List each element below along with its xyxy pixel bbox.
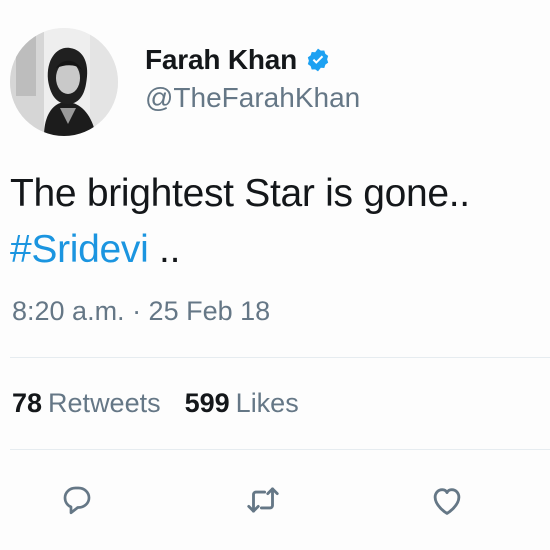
avatar[interactable] — [10, 28, 118, 136]
user-names: Farah Khan @TheFarahKhan — [145, 44, 360, 114]
retweet-button[interactable] — [241, 478, 285, 522]
heart-icon — [433, 488, 461, 515]
display-name[interactable]: Farah Khan — [145, 44, 297, 76]
tweet-text-line: The brightest Star is gone.. — [10, 172, 470, 215]
tweet-stats: 78 Retweets 599 Likes — [12, 388, 323, 419]
divider — [10, 357, 550, 358]
tweet-card: Farah Khan @TheFarahKhan The brightest S… — [0, 0, 550, 550]
display-name-row: Farah Khan — [145, 44, 360, 76]
likes-label: Likes — [235, 388, 299, 418]
tweet-text-line: #Sridevi .. — [10, 222, 546, 278]
tweet-header: Farah Khan @TheFarahKhan — [10, 26, 360, 138]
likes-stat[interactable]: 599 Likes — [185, 388, 299, 419]
avatar-image — [10, 28, 118, 136]
tweet-actions — [0, 478, 550, 524]
user-handle[interactable]: @TheFarahKhan — [145, 82, 360, 114]
retweets-count: 78 — [12, 388, 43, 418]
hashtag-link[interactable]: #Sridevi — [10, 228, 149, 271]
reply-icon — [63, 486, 91, 515]
tweet-text-suffix: .. — [148, 228, 181, 271]
verified-badge-icon — [307, 48, 329, 72]
reply-button[interactable] — [55, 478, 99, 522]
tweet-text: The brightest Star is gone.. #Sridevi .. — [10, 166, 546, 278]
tweet-timestamp[interactable]: 8:20 a.m. · 25 Feb 18 — [12, 296, 270, 327]
likes-count: 599 — [184, 388, 230, 418]
like-button[interactable] — [425, 478, 469, 522]
retweets-stat[interactable]: 78 Retweets — [12, 388, 161, 419]
divider — [10, 449, 550, 450]
retweet-icon — [247, 487, 279, 513]
retweets-label: Retweets — [48, 388, 161, 418]
